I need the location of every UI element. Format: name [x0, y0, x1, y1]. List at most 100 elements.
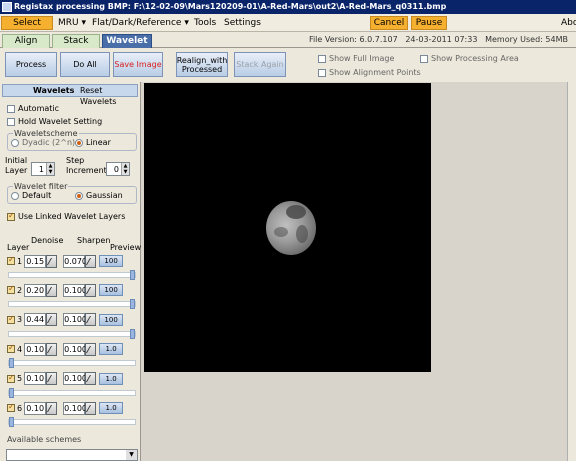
layer-slider[interactable] — [8, 417, 136, 427]
linked-layers-checkbox[interactable]: Use Linked Wavelet Layers — [7, 211, 126, 221]
layer-enable-checkbox[interactable] — [7, 284, 15, 295]
denoise-adjust-icon[interactable] — [46, 372, 58, 386]
initial-layer-label: Initial Layer — [5, 156, 28, 175]
preview-button[interactable]: 100 — [99, 313, 124, 326]
available-schemes-label: Available schemes — [7, 435, 82, 444]
sharpen-adjust-icon[interactable] — [85, 313, 97, 327]
image-canvas[interactable] — [144, 83, 431, 372]
show-full-image-label: Show Full Image — [329, 54, 395, 63]
sharpen-adjust-icon[interactable] — [85, 342, 97, 356]
menu-tools[interactable]: Tools — [194, 17, 216, 29]
step-increment-value: 0 — [113, 164, 119, 174]
layer-enable-checkbox[interactable] — [7, 402, 15, 412]
layer-slider[interactable] — [8, 358, 136, 369]
menu-flat-dark-reference[interactable]: Flat/Dark/Reference ▾ — [92, 17, 189, 29]
sharpen-field[interactable]: 0.100 — [63, 372, 87, 386]
process-button[interactable]: Process — [5, 52, 57, 77]
file-date: 24-03-2011 07:33 — [405, 35, 478, 44]
wavelet-filter-group: Wavelet filter Default Gaussian — [7, 182, 137, 204]
layer-slider[interactable] — [8, 328, 136, 339]
sharpen-field[interactable]: 0.100 — [63, 313, 87, 327]
save-image-button[interactable]: Save Image — [113, 52, 163, 77]
sharpen-adjust-icon[interactable] — [85, 283, 97, 297]
layer-slider[interactable] — [8, 270, 136, 280]
preview-button[interactable]: 1.0 — [99, 343, 124, 356]
slider-thumb[interactable] — [130, 270, 135, 280]
denoise-field[interactable]: 0.10 — [24, 342, 47, 356]
slider-thumb[interactable] — [9, 358, 14, 369]
menu-about[interactable]: Abo — [561, 17, 576, 29]
tab-reset-wavelets[interactable]: Reset Wavelets — [80, 85, 137, 107]
denoise-adjust-icon[interactable] — [46, 313, 58, 327]
denoise-adjust-icon[interactable] — [46, 283, 58, 297]
layer-enable-checkbox[interactable] — [7, 373, 15, 383]
preview-button[interactable]: 1.0 — [99, 402, 124, 414]
planet-marking — [286, 205, 306, 219]
right-scroll-strip[interactable] — [567, 82, 576, 461]
show-full-image-checkbox[interactable]: Show Full Image — [318, 54, 394, 63]
layer-enable-checkbox[interactable] — [7, 314, 15, 324]
tab-wavelet[interactable]: Wavelet — [102, 34, 152, 48]
gaussian-radio[interactable]: Gaussian — [75, 191, 123, 200]
denoise-field[interactable]: 0.10 — [24, 401, 47, 415]
show-processing-area-checkbox[interactable]: Show Processing Area — [420, 54, 519, 63]
slider-thumb[interactable] — [9, 417, 14, 427]
sharpen-adjust-icon[interactable] — [85, 254, 97, 268]
sharpen-field[interactable]: 0.070 — [63, 254, 87, 268]
step-increment-spinner[interactable]: 0 ▲ ▼ — [106, 162, 130, 176]
pause-button[interactable]: Pause — [411, 16, 447, 30]
menu-mru[interactable]: MRU ▾ — [58, 17, 86, 29]
chevron-down-icon[interactable]: ▼ — [126, 450, 137, 460]
layer-slider[interactable] — [8, 299, 136, 310]
tab-wavelets[interactable]: Wavelets — [33, 85, 74, 96]
preview-button[interactable]: 100 — [99, 255, 124, 267]
default-radio[interactable]: Default — [11, 191, 51, 200]
sharpen-adjust-icon[interactable] — [85, 372, 97, 386]
slider-thumb[interactable] — [130, 328, 135, 339]
tab-stack[interactable]: Stack — [52, 34, 100, 48]
select-button[interactable]: Select — [1, 16, 53, 30]
denoise-adjust-icon[interactable] — [46, 401, 58, 415]
layer-row: 10.15 0.070 100 — [7, 254, 137, 268]
slider-thumb[interactable] — [9, 387, 14, 398]
sharpen-field[interactable]: 0.100 — [63, 401, 87, 415]
initial-layer-spinner[interactable]: 1 ▲ ▼ — [31, 162, 55, 176]
spinner-arrows-icon[interactable]: ▲ ▼ — [121, 163, 129, 175]
automatic-checkbox[interactable]: Automatic — [7, 104, 59, 113]
radio-circle — [75, 191, 83, 200]
step-increment-label: Step Increment — [66, 156, 107, 175]
stack-again-button[interactable]: Stack Again — [234, 52, 286, 77]
linear-radio[interactable]: Linear — [75, 138, 111, 147]
show-alignment-points-checkbox[interactable]: Show Alignment Points — [318, 68, 421, 77]
preview-button[interactable]: 100 — [99, 284, 124, 297]
realign-button[interactable]: Realign_with Processed — [176, 52, 228, 77]
slider-thumb[interactable] — [130, 299, 135, 310]
checkbox-box — [318, 68, 326, 77]
layer-enable-checkbox[interactable] — [7, 343, 15, 354]
preview-button[interactable]: 1.0 — [99, 372, 124, 385]
do-all-button[interactable]: Do All — [60, 52, 110, 77]
sharpen-field[interactable]: 0.100 — [63, 342, 87, 356]
linear-label: Linear — [86, 138, 111, 147]
denoise-field[interactable]: 0.20 — [24, 283, 47, 297]
panel-tabs: Wavelets Reset Wavelets — [2, 84, 138, 106]
menu-settings[interactable]: Settings — [224, 17, 261, 29]
show-alignment-points-label: Show Alignment Points — [329, 68, 421, 77]
denoise-adjust-icon[interactable] — [46, 254, 58, 268]
denoise-field[interactable]: 0.15 — [24, 254, 47, 268]
sharpen-field[interactable]: 0.100 — [63, 283, 87, 297]
denoise-adjust-icon[interactable] — [46, 342, 58, 356]
available-schemes-dropdown[interactable]: ▼ — [6, 449, 138, 461]
layer-enable-checkbox[interactable] — [7, 255, 15, 265]
linked-layers-label: Use Linked Wavelet Layers — [18, 212, 126, 221]
col-sharpen-header: Sharpen — [77, 236, 111, 245]
denoise-field[interactable]: 0.10 — [24, 372, 47, 386]
tab-align[interactable]: Align — [2, 34, 50, 48]
spinner-arrows-icon[interactable]: ▲ ▼ — [46, 163, 54, 175]
denoise-field[interactable]: 0.44 — [24, 313, 47, 327]
dyadic-radio[interactable]: Dyadic (2^n) — [11, 138, 75, 147]
sharpen-adjust-icon[interactable] — [85, 401, 97, 415]
layer-slider[interactable] — [8, 387, 136, 398]
cancel-button[interactable]: Cancel — [370, 16, 408, 30]
hold-wavelet-checkbox[interactable]: Hold Wavelet Setting — [7, 117, 102, 126]
